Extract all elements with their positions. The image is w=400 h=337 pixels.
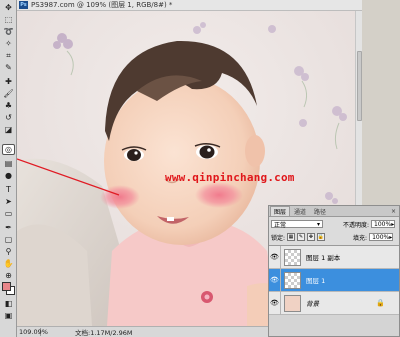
zoom-level[interactable]: 109.09% [17,328,48,336]
layer-thumbnail [284,248,301,266]
marquee-tool-icon[interactable]: ⬚ [2,14,15,25]
document-title: PS3987.com @ 109% (图层 1, RGB/8#) * [31,1,173,9]
toolbox: ✥ ⬚ ➰ ✧ ⌗ ✎ ✚ 🖌 ♣ ↺ ◪ ◎ ▤ ● T ➤ ▭ ✒ ▢ ⚲ … [0,0,17,337]
fill-label: 填充: [353,234,368,242]
tab-channels[interactable]: 通道 [290,206,310,216]
layer-row-selected[interactable]: 👁 图层 1 [269,268,399,292]
lock-icon: 🔒 [376,299,385,307]
type-tool-icon[interactable]: T [2,184,15,195]
layer-name: 图层 1 副本 [306,254,341,262]
dodge-tool-icon[interactable]: ● [2,170,15,181]
tab-layers[interactable]: 图层 [270,206,291,216]
layer-name: 背景 [306,300,319,308]
lock-label: 锁定: [271,234,286,242]
blur-tool-icon[interactable]: ◎ [2,144,15,155]
photoshop-doc-icon: Ps [19,1,28,9]
opacity-label: 不透明度: [343,221,370,229]
document-info[interactable]: 文档:1.17M/2.96M [75,327,133,337]
right-workspace [362,0,400,205]
tab-paths[interactable]: 路径 [310,206,330,216]
move-tool-icon[interactable]: ✥ [2,2,15,13]
layer-thumbnail [284,271,301,289]
history-brush-tool-icon[interactable]: ↺ [2,112,15,123]
crop-tool-icon[interactable]: ⌗ [2,50,15,61]
blend-mode-value: 正常 [274,221,287,229]
eraser-tool-icon[interactable]: ◪ [2,124,15,135]
path-selection-tool-icon[interactable]: ➤ [2,196,15,207]
lock-fill-row: 锁定: ▦ ✎ ✥ 🔒 填充: 100% ▸ [269,232,399,242]
foreground-color-swatch[interactable] [2,282,11,291]
fill-value: 100% [372,233,390,241]
zoom-tool-icon[interactable]: ⊕ [2,270,15,281]
slice-tool-icon[interactable]: ✎ [2,62,15,73]
layer-row[interactable]: 👁 图层 1 副本 [269,245,399,269]
shape-tool-icon[interactable]: ▭ [2,208,15,219]
fill-field[interactable]: 100% ▸ [369,233,394,241]
eye-icon[interactable]: 👁 [269,268,281,292]
document-titlebar[interactable]: Ps PS3987.com @ 109% (图层 1, RGB/8#) * [17,0,362,11]
panel-menu-icon[interactable]: × [390,208,397,215]
chevron-right-icon: ▸ [389,233,393,241]
lock-pixels-icon[interactable]: ✎ [297,233,306,241]
chevron-right-icon: ▸ [391,220,395,228]
photoshop-window: ✥ ⬚ ➰ ✧ ⌗ ✎ ✚ 🖌 ♣ ↺ ◪ ◎ ▤ ● T ➤ ▭ ✒ ▢ ⚲ … [0,0,400,337]
layer-row-background[interactable]: 👁 背景 🔒 [269,291,399,315]
magic-wand-tool-icon[interactable]: ✧ [2,38,15,49]
hand-tool-icon[interactable]: ✋ [2,258,15,269]
pen-tool-icon[interactable]: ✒ [2,222,15,233]
eye-icon[interactable]: 👁 [269,291,281,315]
opacity-field[interactable]: 100% ▸ [371,220,396,228]
quick-mask-icon[interactable]: ◧ [2,298,15,309]
watermark-text: www.qinpinchang.com [165,171,295,184]
blend-mode-select[interactable]: 正常 ▾ [271,220,323,229]
brush-tool-icon[interactable]: 🖌 [2,88,15,99]
panel-footer [269,315,399,336]
lock-position-icon[interactable]: ✥ [307,233,316,241]
layer-list: 👁 图层 1 副本 👁 图层 1 👁 背景 🔒 [269,245,399,315]
background-thumbnail [284,294,301,312]
lasso-tool-icon[interactable]: ➰ [2,26,15,37]
eyedropper-tool-icon[interactable]: ⚲ [2,246,15,257]
layers-panel: 图层 通道 路径 × 正常 ▾ 不透明度: 100% ▸ 锁定: ▦ ✎ ✥ 🔒… [268,205,400,337]
notes-tool-icon[interactable]: ▢ [2,234,15,245]
screen-mode-icon[interactable]: ▣ [2,310,15,321]
chevron-down-icon: ▾ [316,220,320,228]
panel-tabs: 图层 通道 路径 [269,206,399,217]
lock-transparency-icon[interactable]: ▦ [287,233,296,241]
layer-name: 图层 1 [306,277,326,285]
lock-all-icon[interactable]: 🔒 [317,233,326,241]
blend-opacity-row: 正常 ▾ 不透明度: 100% ▸ [269,219,399,229]
gradient-tool-icon[interactable]: ▤ [2,158,15,169]
opacity-value: 100% [374,220,392,228]
clone-stamp-tool-icon[interactable]: ♣ [2,100,15,111]
eye-icon[interactable]: 👁 [269,245,281,269]
healing-brush-tool-icon[interactable]: ✚ [2,76,15,87]
